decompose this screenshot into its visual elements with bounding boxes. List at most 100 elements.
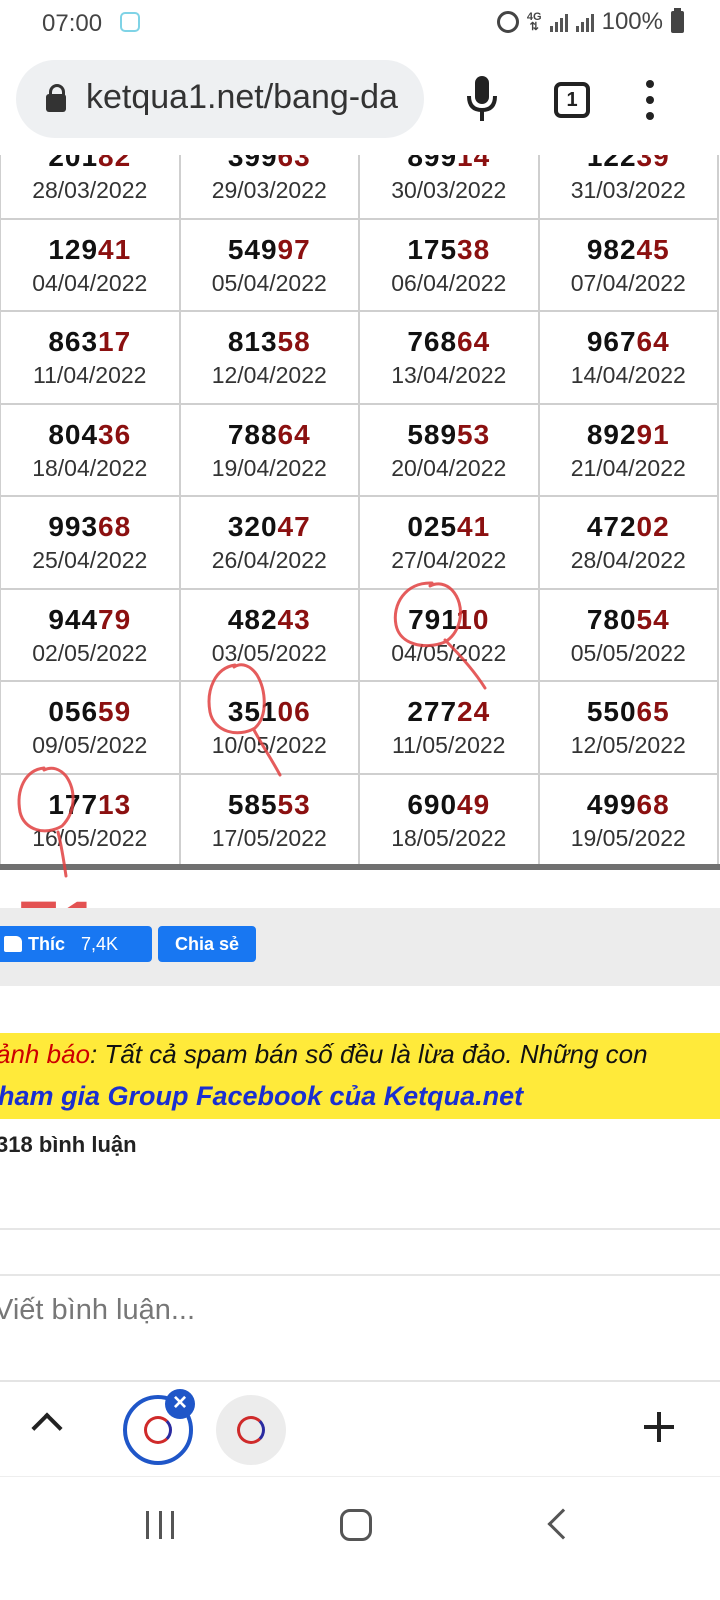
comment-input[interactable]: Viết bình luận... bbox=[0, 1294, 694, 1342]
warning-text: ảnh báo: Tất cả spam bán số đều là lừa đ… bbox=[0, 1039, 648, 1070]
result-number: 39963 bbox=[181, 155, 359, 175]
result-tail-digits: 79 bbox=[98, 603, 132, 635]
results-row: 05659 09/05/2022 35106 10/05/2022 27724 11/05… bbox=[0, 680, 719, 775]
result-number: 89914 bbox=[360, 155, 538, 175]
result-number: 17538 bbox=[360, 232, 538, 268]
result-number: 27724 bbox=[360, 694, 538, 730]
microphone-icon[interactable] bbox=[466, 76, 498, 122]
result-date: 21/04/2022 bbox=[570, 454, 686, 481]
result-cell: 12239 31/03/2022 bbox=[537, 155, 719, 220]
result-prefix: 482 bbox=[227, 603, 278, 635]
facebook-share-button[interactable]: Chia sẻ bbox=[158, 926, 256, 962]
recent-apps-icon[interactable] bbox=[146, 1511, 174, 1539]
result-date: 12/04/2022 bbox=[211, 362, 327, 389]
divider bbox=[0, 1274, 720, 1276]
result-tail-digits: 39 bbox=[636, 155, 670, 173]
result-prefix: 056 bbox=[48, 696, 99, 728]
close-tab-icon[interactable]: × bbox=[165, 1389, 195, 1419]
result-date: 25/04/2022 bbox=[32, 547, 148, 574]
result-prefix: 351 bbox=[227, 696, 278, 728]
result-number: 12239 bbox=[540, 155, 718, 175]
result-cell: 98245 07/04/2022 bbox=[537, 217, 719, 312]
facebook-group-link[interactable]: ham gia Group Facebook của Ketqua.net bbox=[0, 1081, 523, 1112]
result-prefix: 788 bbox=[227, 418, 278, 450]
result-date: 28/04/2022 bbox=[570, 547, 686, 574]
result-cell: 80436 18/04/2022 bbox=[0, 402, 181, 497]
result-number: 69049 bbox=[360, 787, 538, 823]
lock-icon[interactable] bbox=[46, 84, 66, 112]
address-bar[interactable]: ketqua1.net/bang-da bbox=[16, 60, 424, 138]
result-number: 98245 bbox=[540, 232, 718, 268]
result-prefix: 804 bbox=[48, 418, 99, 450]
result-date: 02/05/2022 bbox=[32, 639, 148, 666]
result-cell: 89291 21/04/2022 bbox=[537, 402, 719, 497]
chevron-up-icon[interactable] bbox=[31, 1412, 63, 1444]
results-table-viewport: 20182 28/03/2022 39963 29/03/2022 89914 30/03… bbox=[0, 155, 720, 867]
result-date: 04/05/2022 bbox=[391, 639, 507, 666]
facebook-like-button[interactable]: Thíc 7,4K bbox=[0, 926, 152, 962]
status-bar: 07:00 4G ⇅ 100% bbox=[0, 0, 720, 46]
result-number: 20182 bbox=[1, 155, 179, 175]
result-prefix: 175 bbox=[407, 233, 458, 265]
like-count: 7,4K bbox=[81, 933, 119, 954]
result-number: 05659 bbox=[1, 694, 179, 730]
result-date: 26/04/2022 bbox=[211, 547, 327, 574]
tab-group-tab[interactable] bbox=[216, 1395, 286, 1465]
result-date: 09/05/2022 bbox=[32, 732, 148, 759]
results-row: 20182 28/03/2022 39963 29/03/2022 89914 30/03… bbox=[0, 155, 719, 220]
result-cell: 32047 26/04/2022 bbox=[178, 495, 360, 590]
home-icon[interactable] bbox=[340, 1509, 372, 1541]
result-cell: 55065 12/05/2022 bbox=[537, 680, 719, 775]
result-prefix: 320 bbox=[227, 511, 278, 543]
result-prefix: 780 bbox=[586, 603, 637, 635]
alarm-icon bbox=[496, 11, 519, 33]
result-tail-digits: 97 bbox=[277, 233, 311, 265]
result-number: 99368 bbox=[1, 509, 179, 545]
result-date: 27/04/2022 bbox=[391, 547, 507, 574]
result-cell: 78054 05/05/2022 bbox=[537, 587, 719, 682]
result-prefix: 025 bbox=[407, 511, 458, 543]
result-tail-digits: 64 bbox=[277, 418, 311, 450]
result-number: 96764 bbox=[540, 324, 718, 360]
result-tail-digits: 10 bbox=[456, 603, 490, 635]
result-tail-digits: 45 bbox=[636, 233, 670, 265]
result-tail-digits: 64 bbox=[636, 326, 670, 358]
result-tail-digits: 63 bbox=[277, 155, 311, 173]
result-date: 05/05/2022 bbox=[570, 639, 686, 666]
result-tail-digits: 38 bbox=[457, 233, 491, 265]
url-text[interactable]: ketqua1.net/bang-da bbox=[86, 78, 416, 117]
result-prefix: 993 bbox=[48, 511, 99, 543]
result-date: 16/05/2022 bbox=[32, 824, 148, 851]
network-type-label: 4G bbox=[526, 11, 542, 23]
result-date: 31/03/2022 bbox=[570, 177, 686, 204]
result-number: 76864 bbox=[360, 324, 538, 360]
result-cell: 47202 28/04/2022 bbox=[537, 495, 719, 590]
result-cell: 58553 17/05/2022 bbox=[178, 772, 360, 867]
result-prefix: 944 bbox=[48, 603, 99, 635]
result-cell: 27724 11/05/2022 bbox=[358, 680, 540, 775]
site-favicon-icon bbox=[237, 1416, 265, 1444]
like-label: Thíc bbox=[28, 933, 66, 954]
result-number: 17713 bbox=[1, 787, 179, 823]
tab-switcher-button[interactable]: 1 bbox=[554, 82, 590, 118]
result-number: 86317 bbox=[1, 324, 179, 360]
result-date: 28/03/2022 bbox=[32, 177, 148, 204]
result-cell: 96764 14/04/2022 bbox=[537, 310, 719, 405]
result-tail-digits: 47 bbox=[277, 511, 311, 543]
result-prefix: 982 bbox=[586, 233, 637, 265]
result-prefix: 122 bbox=[586, 155, 637, 173]
result-cell: 48243 03/05/2022 bbox=[178, 587, 360, 682]
warning-banner: ảnh báo: Tất cả spam bán số đều là lừa đ… bbox=[0, 1033, 720, 1119]
back-icon[interactable] bbox=[547, 1508, 579, 1540]
new-tab-plus-icon[interactable] bbox=[644, 1412, 674, 1442]
result-number: 32047 bbox=[181, 509, 359, 545]
result-prefix: 277 bbox=[407, 696, 458, 728]
result-cell: 39963 29/03/2022 bbox=[178, 155, 360, 220]
result-tail-digits: 41 bbox=[98, 233, 132, 265]
comment-count: 318 bình luận bbox=[0, 1132, 137, 1157]
network-type-icon: 4G ⇅ bbox=[526, 11, 542, 33]
result-tail-digits: 13 bbox=[98, 788, 132, 820]
more-options-icon[interactable] bbox=[644, 80, 656, 120]
results-row: 86317 11/04/2022 81358 12/04/2022 76864 13/04… bbox=[0, 310, 719, 405]
site-favicon-icon bbox=[144, 1416, 172, 1444]
